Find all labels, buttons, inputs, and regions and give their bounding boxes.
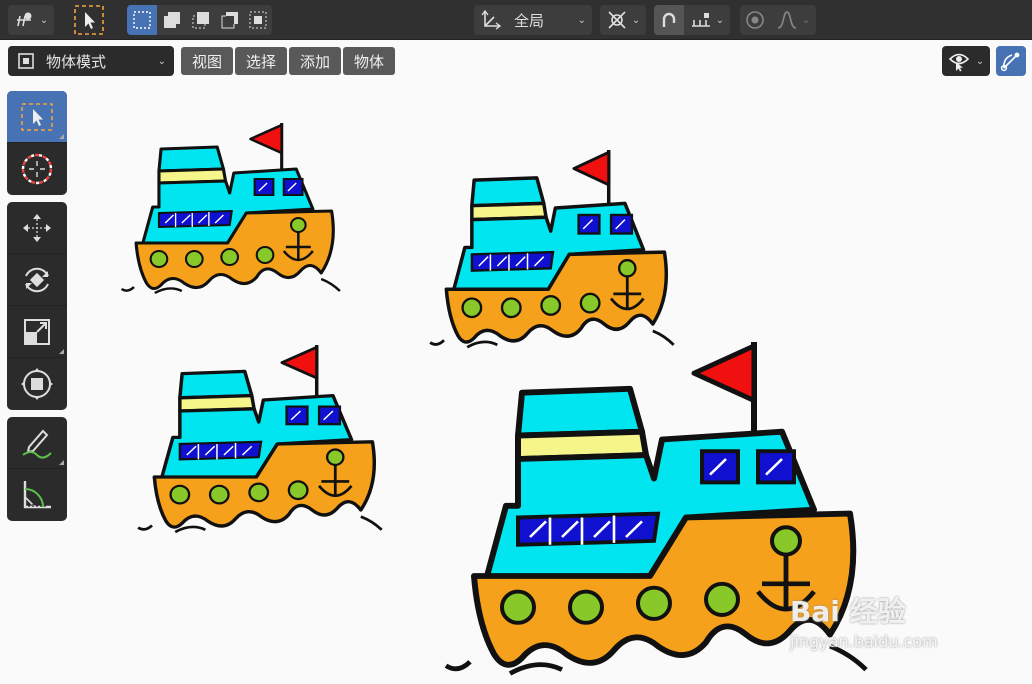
menu-add[interactable]: 添加 <box>289 47 341 75</box>
orientation-axes-icon <box>481 9 502 30</box>
watermark: Bai 经验 jingyan.baidu.com <box>790 590 938 651</box>
boat-drawing-bottom-left[interactable] <box>136 343 384 534</box>
menu-object[interactable]: 物体 <box>343 47 395 75</box>
select-extend-icon <box>163 12 180 28</box>
snap-target-dropdown[interactable]: ⌄ <box>684 5 730 35</box>
select-intersect-icon <box>249 11 267 29</box>
select-subtract-icon <box>192 12 209 29</box>
select-tool-button[interactable] <box>72 5 106 35</box>
object-mode-icon <box>18 53 34 69</box>
eye-cursor-icon <box>948 53 969 72</box>
snap-increment-icon <box>691 13 710 27</box>
chevron-down-icon: ⌄ <box>975 55 985 67</box>
top-header-bar: ⌄ 全局 ⌄ ⌄ ⌄ ⌄ <box>0 0 1032 40</box>
gizmo-icon <box>1000 52 1020 72</box>
chevron-down-icon: ⌄ <box>801 14 811 26</box>
boat-drawing-top-right[interactable] <box>428 148 676 349</box>
select-mode-extend-button[interactable] <box>157 5 186 35</box>
magnet-icon <box>662 12 676 27</box>
chevron-down-icon: ⌄ <box>631 14 641 26</box>
orientation-label: 全局 <box>514 11 545 30</box>
pivot-point-dropdown[interactable]: ⌄ <box>600 5 646 35</box>
menu-select[interactable]: 选择 <box>235 47 287 75</box>
transform-orientation-dropdown[interactable]: 全局 ⌄ <box>474 5 592 35</box>
select-mode-subtract-button[interactable] <box>186 5 215 35</box>
falloff-dropdown[interactable]: ⌄ <box>770 5 816 35</box>
chevron-down-icon: ⌄ <box>715 14 725 26</box>
proportional-edit-icon <box>746 11 764 29</box>
boat-drawing-top-left[interactable] <box>119 121 342 295</box>
pivot-point-icon <box>608 11 626 29</box>
chevron-down-icon: ⌄ <box>157 55 166 67</box>
chevron-down-icon: ⌄ <box>577 14 586 26</box>
mode-label: 物体模式 <box>46 52 107 71</box>
snap-toggle-button[interactable] <box>654 5 684 35</box>
falloff-curve-icon <box>777 11 797 29</box>
watermark-sub: jingyan.baidu.com <box>790 632 938 651</box>
visibility-dropdown[interactable]: ⌄ <box>942 46 990 76</box>
select-mode-new-button[interactable] <box>127 5 157 35</box>
select-mode-invert-button[interactable] <box>215 5 244 35</box>
mode-dropdown[interactable]: 物体模式 ⌄ <box>8 46 174 76</box>
transform-pivot-dropdown[interactable]: ⌄ <box>8 5 54 35</box>
pivot-icon <box>16 12 32 27</box>
select-cursor-icon <box>74 5 104 35</box>
select-new-icon <box>133 11 151 29</box>
watermark-main: Bai 经验 <box>790 595 906 628</box>
select-mode-intersect-button[interactable] <box>244 5 272 35</box>
proportional-editing-button[interactable] <box>740 5 770 35</box>
viewport-header: 物体模式 ⌄ 视图 选择 添加 物体 ⌄ <box>0 40 1032 82</box>
menu-view[interactable]: 视图 <box>181 47 233 75</box>
select-invert-icon <box>221 12 238 29</box>
chevron-down-icon: ⌄ <box>39 14 49 26</box>
gizmo-toggle-button[interactable] <box>996 46 1026 76</box>
